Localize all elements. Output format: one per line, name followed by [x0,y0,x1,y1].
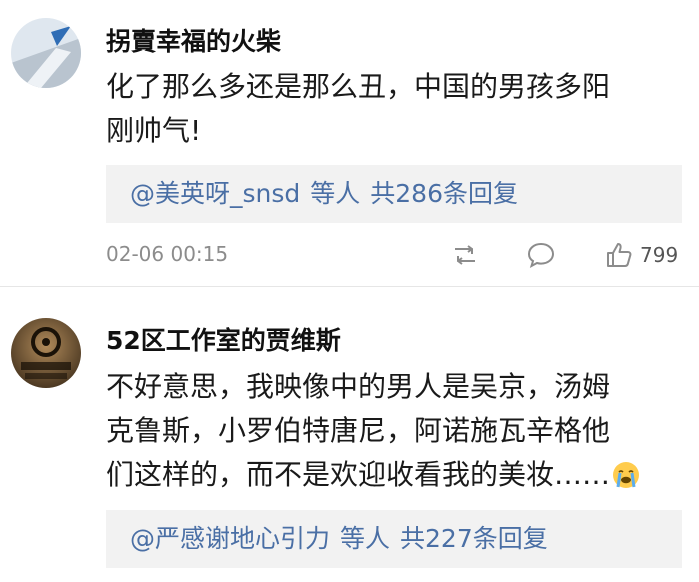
timestamp: 02-06 00:15 [106,242,229,266]
username[interactable]: 52区工作室的贾维斯 [106,321,341,357]
avatar[interactable] [11,318,81,388]
like-count: 799 [640,243,679,267]
comment-meta: 02-06 00:15 799 [0,240,699,274]
thumbs-up-icon[interactable] [604,240,634,274]
reply-suffix: 等人 [340,524,391,553]
avatar[interactable] [11,18,81,88]
comment-item: 拐賣幸福的火柴 化了那么多还是那么丑，中国的男孩多阳 刚帅气! @美英呀_sns… [0,0,699,286]
comment-text-line: 刚帅气! [106,114,202,147]
comment-text-line: 不好意思，我映像中的男人是吴京，汤姆 [106,370,611,403]
repost-icon[interactable] [450,240,480,274]
comment-text: 化了那么多还是那么丑，中国的男孩多阳 刚帅气! [106,65,666,153]
reply-count[interactable]: 共227条回复 [400,524,548,553]
comment-text: 不好意思，我映像中的男人是吴京，汤姆 克鲁斯，小罗伯特唐尼，阿诺施瓦辛格他 们这… [106,365,666,497]
reply-suffix: 等人 [310,179,361,208]
reply-mention[interactable]: @美英呀_snsd [130,179,300,208]
reply-mention[interactable]: @严感谢地心引力 [130,524,330,553]
comment-icon[interactable] [526,240,556,274]
comment-text-line: 们这样的，而不是欢迎收看我的美妆…… [106,453,666,497]
comment-text-line: 化了那么多还是那么丑，中国的男孩多阳 [106,70,611,103]
username[interactable]: 拐賣幸福的火柴 [106,22,281,58]
comment-text-segment: 们这样的，而不是欢迎收看我的美妆…… [106,458,611,491]
comment-item: 52区工作室的贾维斯 不好意思，我映像中的男人是吴京，汤姆 克鲁斯，小罗伯特唐尼… [0,287,699,582]
reply-summary[interactable]: @美英呀_snsd 等人 共286条回复 [106,165,682,223]
reply-summary[interactable]: @严感谢地心引力 等人 共227条回复 [106,510,682,568]
crying-face-emoji [613,462,640,488]
comment-text-line: 克鲁斯，小罗伯特唐尼，阿诺施瓦辛格他 [106,414,611,447]
reply-count[interactable]: 共286条回复 [370,179,518,208]
